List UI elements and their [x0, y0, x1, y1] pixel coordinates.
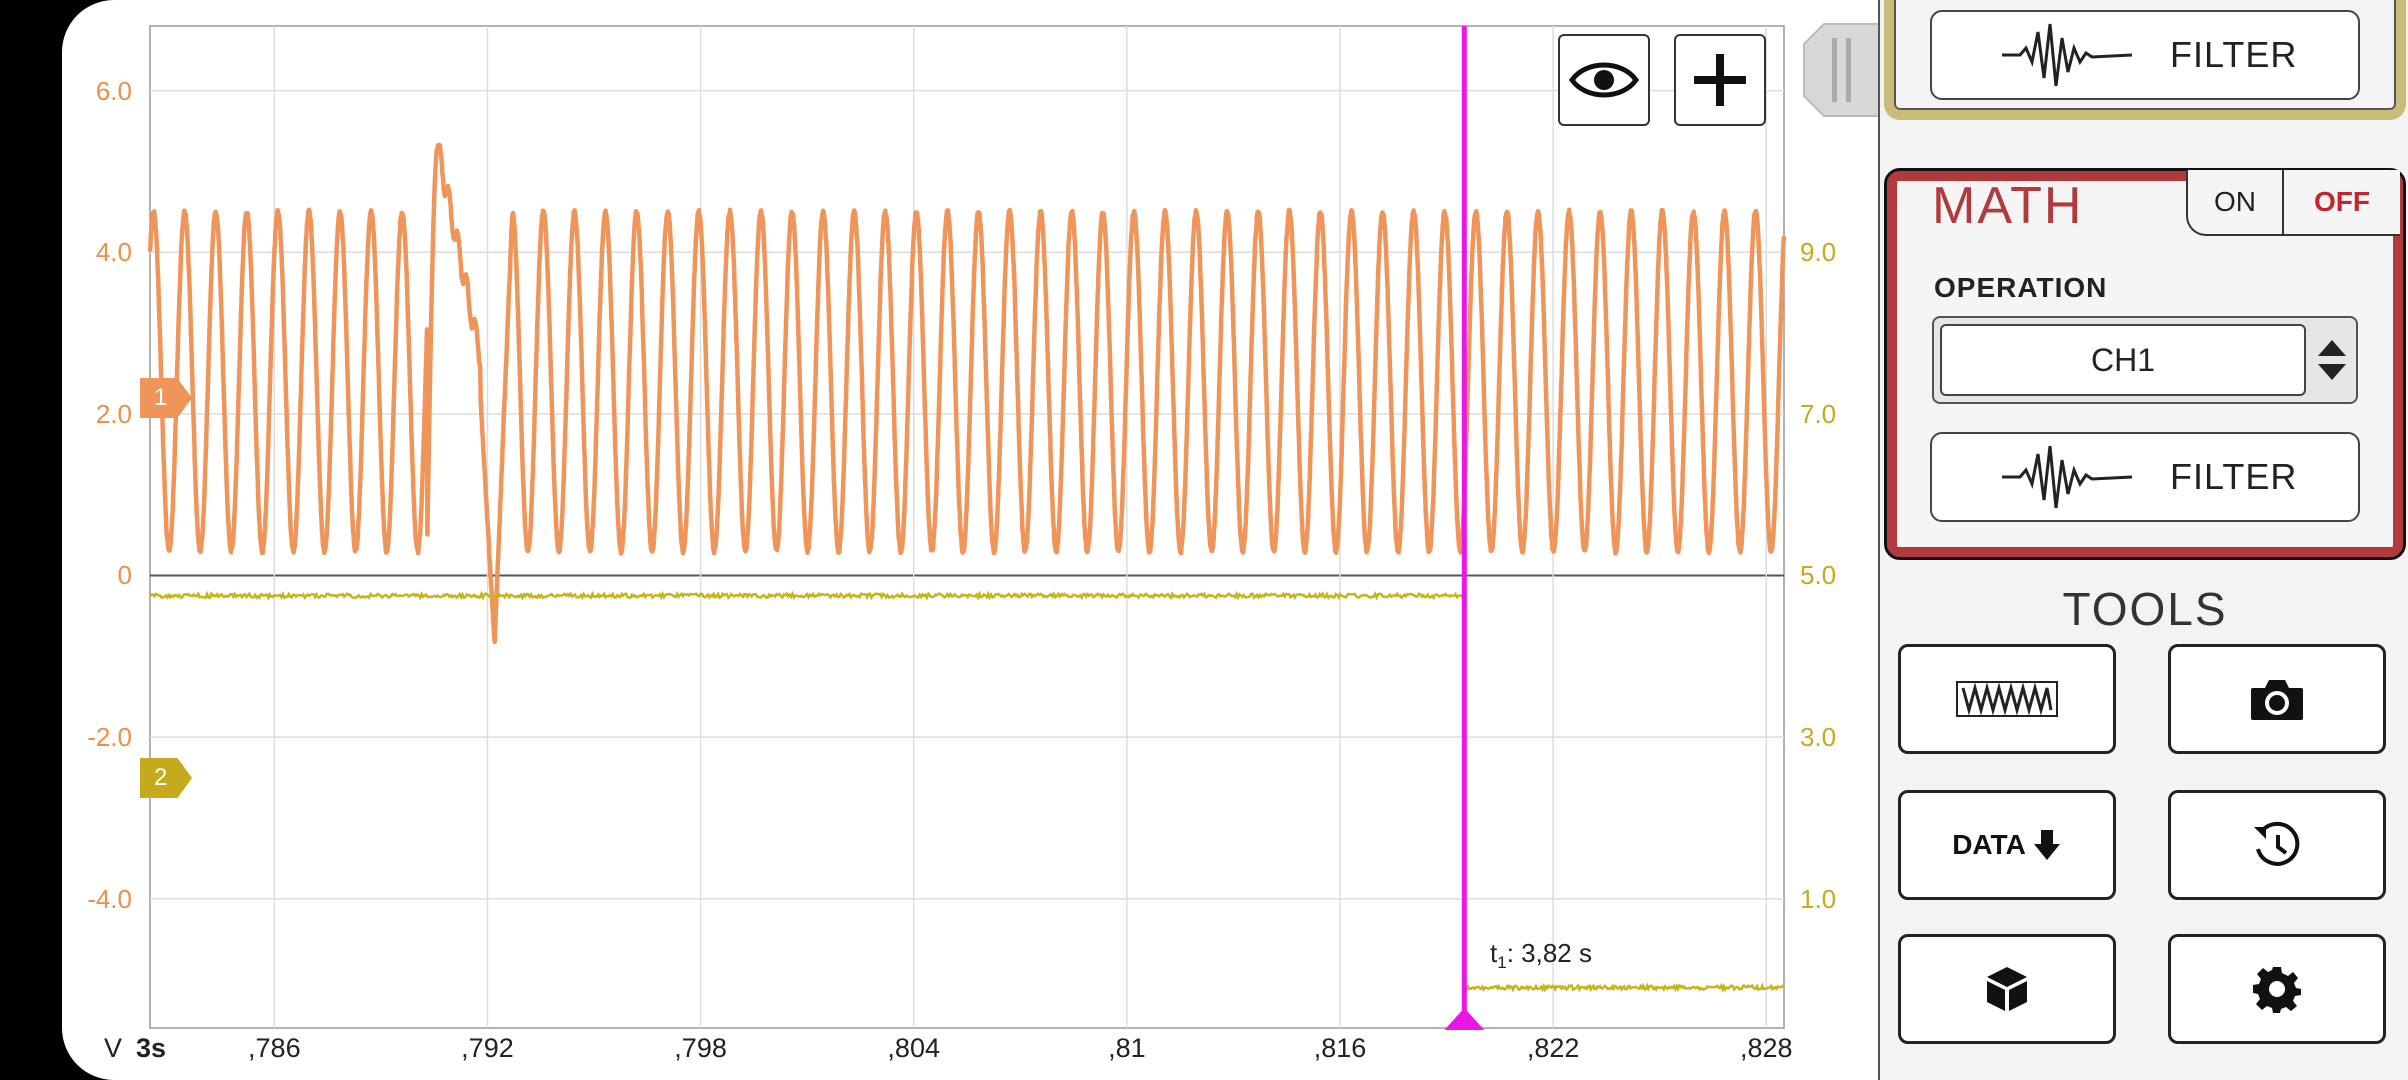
y-tick-label: 2.0 — [62, 399, 132, 430]
camera-icon — [2249, 676, 2305, 722]
x-tick-label: ,81 — [1082, 1033, 1172, 1064]
waveform-filter-icon — [2002, 442, 2132, 512]
download-arrow-icon — [2032, 828, 2062, 862]
waveform-icon — [1955, 680, 2059, 718]
3d-view-button[interactable] — [1898, 934, 2116, 1044]
y2-tick-label: 9.0 — [1800, 237, 1836, 268]
operation-label: OPERATION — [1934, 272, 2107, 304]
math-filter-button[interactable]: FILTER — [1930, 432, 2360, 522]
tools-title: TOOLS — [1880, 582, 2408, 636]
y2-tick-label: 1.0 — [1800, 884, 1836, 915]
x-tick-label: ,792 — [442, 1033, 532, 1064]
waveform-plot[interactable] — [62, 0, 1878, 1080]
y-tick-label: -2.0 — [62, 722, 132, 753]
y-tick-label: 4.0 — [62, 237, 132, 268]
cursor-readout: t1: 3,82 s — [1490, 938, 1592, 973]
x-tick-label: ,804 — [869, 1033, 959, 1064]
history-button[interactable] — [2168, 790, 2386, 900]
x-tick-label: ,828 — [1721, 1033, 1811, 1064]
visibility-button[interactable] — [1558, 34, 1650, 126]
eye-icon — [1568, 58, 1640, 102]
operation-value: CH1 — [2091, 342, 2155, 379]
spinner-arrows-icon — [2314, 336, 2350, 384]
cube-icon — [1985, 965, 2029, 1013]
waveform-tool-button[interactable] — [1898, 644, 2116, 754]
operation-select[interactable]: CH1 — [1932, 316, 2358, 404]
data-export-button[interactable]: DATA — [1898, 790, 2116, 900]
waveform-filter-icon — [2002, 20, 2132, 90]
y-tick-label: 6.0 — [62, 76, 132, 107]
y-tick-label: 0 — [62, 560, 132, 591]
x-first-label: 3s — [136, 1033, 166, 1064]
y2-tick-label: 7.0 — [1800, 399, 1836, 430]
math-title: MATH — [1932, 176, 2083, 236]
history-icon — [2252, 821, 2302, 869]
y-tick-label: -4.0 — [62, 884, 132, 915]
settings-button[interactable] — [2168, 934, 2386, 1044]
math-toggle: ON OFF — [2186, 170, 2400, 236]
right-panel: FILTER MATH ON OFF OPERATION CH1 FILTER … — [1878, 0, 2408, 1080]
y2-tick-label: 3.0 — [1800, 722, 1836, 753]
units-label: V — [104, 1033, 122, 1064]
x-tick-label: ,798 — [656, 1033, 746, 1064]
math-off-button[interactable]: OFF — [2284, 170, 2400, 234]
panel-handle[interactable] — [1802, 22, 1878, 118]
oscilloscope-view[interactable]: 6.0 4.0 2.0 0 -2.0 -4.0 9.0 7.0 5.0 3.0 1.0 ,786,… — [62, 0, 1878, 1080]
gear-icon — [2253, 965, 2301, 1013]
plus-icon — [1690, 50, 1750, 110]
x-tick-label: ,786 — [229, 1033, 319, 1064]
screenshot-button[interactable] — [2168, 644, 2386, 754]
y2-tick-label: 5.0 — [1800, 560, 1836, 591]
add-button[interactable] — [1674, 34, 1766, 126]
x-tick-label: ,816 — [1295, 1033, 1385, 1064]
x-tick-label: ,822 — [1508, 1033, 1598, 1064]
math-on-button[interactable]: ON — [2188, 170, 2284, 234]
channel-filter-button[interactable]: FILTER — [1930, 10, 2360, 100]
